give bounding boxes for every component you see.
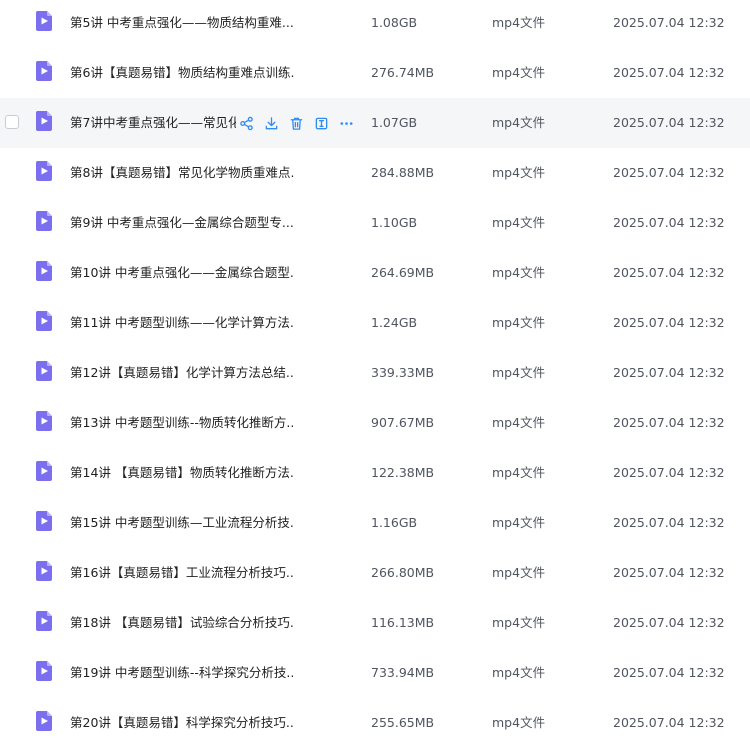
file-name[interactable]: 第11讲 中考题型训练——化学计算方法... [70,298,295,348]
modified-date: 2025.07.04 12:32 [613,15,725,30]
modified-date: 2025.07.04 12:32 [613,165,725,180]
modified-date: 2025.07.04 12:32 [613,65,725,80]
file-type: mp4文件 [492,315,546,330]
file-type: mp4文件 [492,15,546,30]
modified-date: 2025.07.04 12:32 [613,615,725,630]
file-row[interactable]: 第8讲【真题易错】常见化学物质重难点... 284.88MB mp4文件 2025.0… [0,148,750,198]
video-file-icon [34,560,54,582]
file-row[interactable]: 第13讲 中考题型训练--物质转化推断方... 907.67MB mp4文件 2025… [0,398,750,448]
file-type: mp4文件 [492,265,546,280]
file-type: mp4文件 [492,365,546,380]
modified-date: 2025.07.04 12:32 [613,415,725,430]
file-size: 907.67MB [371,415,435,430]
file-name[interactable]: 第16讲【真题易错】工业流程分析技巧... [70,548,295,598]
video-file-icon [34,660,54,682]
file-row[interactable]: 第14讲 【真题易错】物质转化推断方法... 122.38MB mp4文件 2025.… [0,448,750,498]
file-size: 276.74MB [371,65,435,80]
video-file-icon [34,610,54,632]
file-type: mp4文件 [492,615,546,630]
file-size: 284.88MB [371,165,435,180]
video-file-icon [34,260,54,282]
file-row[interactable]: 第16讲【真题易错】工业流程分析技巧... 266.80MB mp4文件 2025.0… [0,548,750,598]
modified-date: 2025.07.04 12:32 [613,715,725,730]
file-name[interactable]: 第8讲【真题易错】常见化学物质重难点... [70,148,295,198]
file-size: 116.13MB [371,615,435,630]
modified-date: 2025.07.04 12:32 [613,665,725,680]
video-file-icon [34,310,54,332]
video-file-icon [34,460,54,482]
row-checkbox[interactable] [5,115,19,129]
file-type: mp4文件 [492,65,546,80]
video-file-icon [34,710,54,732]
video-file-icon [34,510,54,532]
file-row[interactable]: 第20讲【真题易错】科学探究分析技巧... 255.65MB mp4文件 2025.0… [0,698,750,740]
video-file-icon [34,360,54,382]
modified-date: 2025.07.04 12:32 [613,565,725,580]
file-size: 1.16GB [371,515,418,530]
file-row[interactable]: 第12讲【真题易错】化学计算方法总结.... 339.33MB mp4文件 2025.… [0,348,750,398]
file-type: mp4文件 [492,165,546,180]
file-type: mp4文件 [492,515,546,530]
file-size: 339.33MB [371,365,435,380]
file-name[interactable]: 第5讲 中考重点强化——物质结构重难... [70,0,295,48]
file-size: 266.80MB [371,565,435,580]
video-file-icon [34,60,54,82]
video-file-icon [34,10,54,32]
file-row[interactable]: 第18讲 【真题易错】试验综合分析技巧... 116.13MB mp4文件 2025.… [0,598,750,648]
video-file-icon [34,410,54,432]
file-name[interactable]: 第13讲 中考题型训练--物质转化推断方... [70,398,295,448]
video-file-icon [34,210,54,232]
file-size: 1.08GB [371,15,418,30]
modified-date: 2025.07.04 12:32 [613,515,725,530]
file-type: mp4文件 [492,415,546,430]
modified-date: 2025.07.04 12:32 [613,265,725,280]
file-name[interactable]: 第10讲 中考重点强化——金属综合题型... [70,248,295,298]
file-row[interactable]: 第19讲 中考题型训练--科学探究分析技... 733.94MB mp4文件 2025… [0,648,750,698]
modified-date: 2025.07.04 12:32 [613,365,725,380]
video-file-icon [34,110,54,132]
more-icon[interactable] [337,114,355,132]
file-row[interactable]: 第11讲 中考题型训练——化学计算方法... 1.24GB mp4文件 2025.07… [0,298,750,348]
file-size: 255.65MB [371,715,435,730]
file-name[interactable]: 第7讲中考重点强化——常见化 [70,98,236,148]
file-size: 733.94MB [371,665,435,680]
modified-date: 2025.07.04 12:32 [613,315,725,330]
share-icon[interactable] [237,114,255,132]
file-row[interactable]: 第10讲 中考重点强化——金属综合题型... 264.69MB mp4文件 2025.… [0,248,750,298]
file-name[interactable]: 第18讲 【真题易错】试验综合分析技巧... [70,598,295,648]
file-name[interactable]: 第19讲 中考题型训练--科学探究分析技... [70,648,295,698]
file-size: 1.24GB [371,315,418,330]
file-name[interactable]: 第15讲 中考题型训练—工业流程分析技... [70,498,295,548]
file-name[interactable]: 第20讲【真题易错】科学探究分析技巧... [70,698,295,740]
file-type: mp4文件 [492,565,546,580]
delete-icon[interactable] [287,114,305,132]
file-row[interactable]: 第6讲【真题易错】物质结构重难点训练... 276.74MB mp4文件 2025.0… [0,48,750,98]
file-row[interactable]: 第7讲中考重点强化——常见化 1.07GB mp4文件 2025.07.04 12:3… [0,98,750,148]
file-type: mp4文件 [492,715,546,730]
file-type: mp4文件 [492,115,546,130]
file-size: 264.69MB [371,265,435,280]
file-type: mp4文件 [492,665,546,680]
rename-icon[interactable] [312,114,330,132]
file-name[interactable]: 第9讲 中考重点强化—金属综合题型专... [70,198,295,248]
row-actions [237,113,362,133]
file-name[interactable]: 第6讲【真题易错】物质结构重难点训练... [70,48,295,98]
file-size: 1.10GB [371,215,418,230]
file-type: mp4文件 [492,465,546,480]
modified-date: 2025.07.04 12:32 [613,115,725,130]
file-name[interactable]: 第12讲【真题易错】化学计算方法总结.... [70,348,295,398]
modified-date: 2025.07.04 12:32 [613,215,725,230]
file-size: 1.07GB [371,115,418,130]
download-icon[interactable] [262,114,280,132]
file-row[interactable]: 第9讲 中考重点强化—金属综合题型专... 1.10GB mp4文件 2025.07.… [0,198,750,248]
file-row[interactable]: 第5讲 中考重点强化——物质结构重难... 1.08GB mp4文件 2025.07.… [0,0,750,48]
file-list: 第5讲 中考重点强化——物质结构重难... 1.08GB mp4文件 2025.07.… [0,0,750,740]
modified-date: 2025.07.04 12:32 [613,465,725,480]
file-size: 122.38MB [371,465,435,480]
file-type: mp4文件 [492,215,546,230]
file-row[interactable]: 第15讲 中考题型训练—工业流程分析技... 1.16GB mp4文件 2025.07… [0,498,750,548]
file-name[interactable]: 第14讲 【真题易错】物质转化推断方法... [70,448,295,498]
video-file-icon [34,160,54,182]
